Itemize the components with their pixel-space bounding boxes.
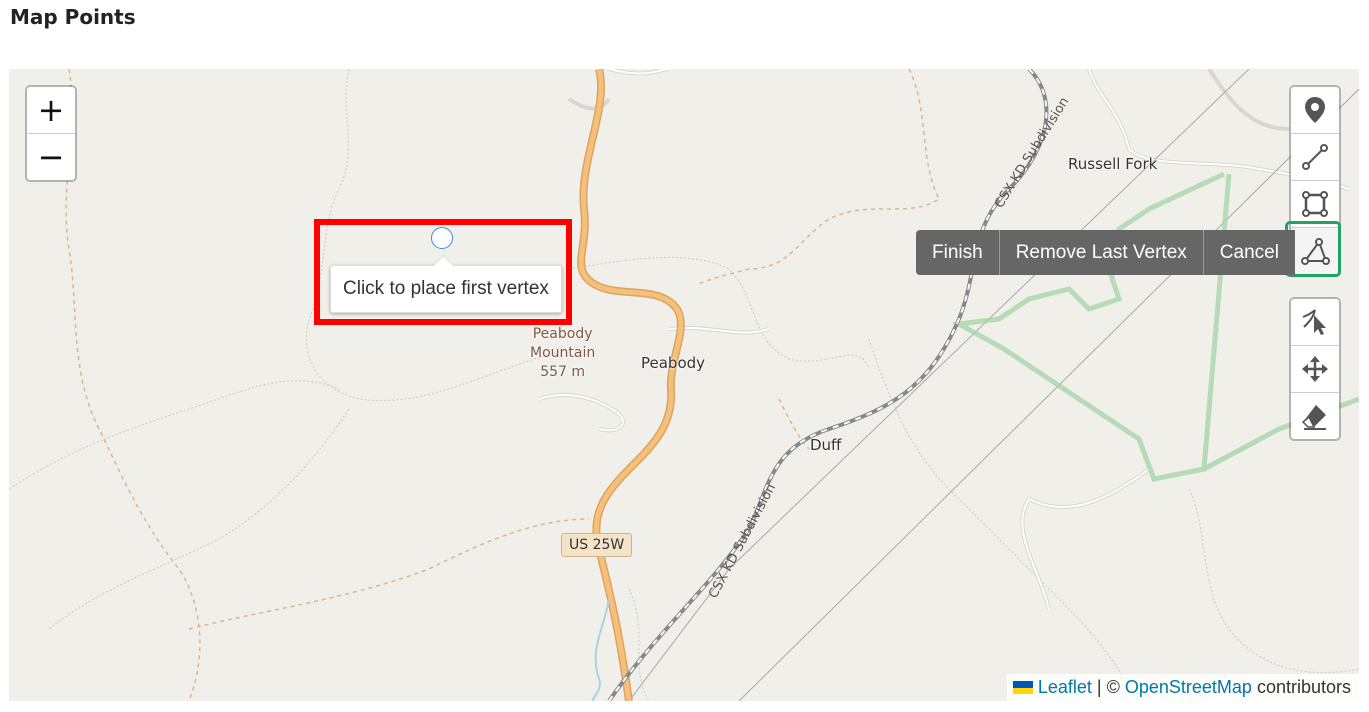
remove-last-vertex-button[interactable]: Remove Last Vertex (998, 230, 1203, 275)
peak-name-line2: Mountain (530, 345, 596, 361)
attribution-separator: | © (1096, 677, 1120, 697)
ukraine-flag-icon (1012, 681, 1033, 694)
draw-rectangle-button[interactable] (1291, 180, 1339, 227)
page-title: Map Points (10, 5, 136, 29)
cancel-button[interactable]: Cancel (1202, 230, 1295, 275)
map-pin-icon (1305, 97, 1325, 123)
map-container[interactable]: Russell Fork Peabody Duff Peabody Mounta… (9, 69, 1359, 701)
route-shield: US 25W (561, 533, 633, 557)
peak-elevation: 557 m (540, 364, 586, 380)
openstreetmap-link[interactable]: OpenStreetMap (1125, 677, 1252, 698)
place-label-duff: Duff (810, 436, 842, 454)
place-label-russell-fork: Russell Fork (1068, 155, 1158, 173)
polyline-icon (1302, 144, 1328, 170)
draw-actions: Finish Remove Last Vertex Cancel (916, 230, 1295, 275)
place-label-peabody: Peabody (641, 354, 706, 372)
finish-button[interactable]: Finish (916, 230, 999, 275)
zoom-control: + − (25, 85, 77, 182)
leaflet-link[interactable]: Leaflet (1038, 677, 1092, 698)
move-icon (1302, 356, 1328, 382)
zoom-in-button[interactable]: + (27, 87, 75, 133)
drag-button[interactable] (1291, 345, 1339, 392)
peak-label: Peabody Mountain 557 m (530, 325, 595, 382)
eraser-icon (1301, 405, 1326, 430)
cut-cursor-icon (1302, 309, 1326, 335)
cut-button[interactable] (1291, 299, 1339, 345)
map-attribution: Leaflet | © OpenStreetMap contributors (1006, 674, 1359, 701)
attribution-suffix: contributors (1256, 677, 1351, 697)
draw-marker-button[interactable] (1291, 87, 1339, 133)
peak-name-line1: Peabody (532, 326, 593, 342)
draw-polyline-button[interactable] (1291, 133, 1339, 180)
zoom-out-button[interactable]: − (27, 133, 75, 180)
annotation-highlight-box (314, 219, 572, 325)
rectangle-icon (1302, 191, 1328, 217)
remove-button[interactable] (1291, 392, 1339, 439)
edit-toolbar (1289, 297, 1341, 441)
